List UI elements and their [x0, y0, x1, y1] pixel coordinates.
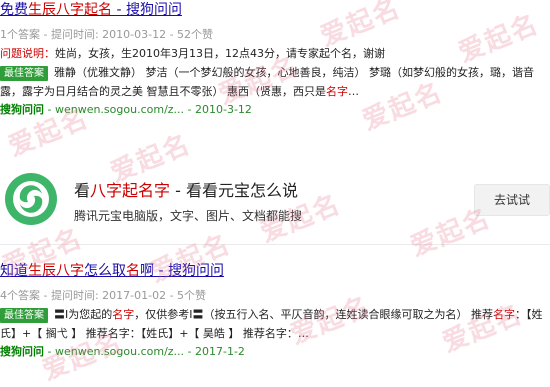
divider: [0, 244, 550, 245]
best-answer-badge: 最佳答案: [0, 308, 48, 323]
result-title-link[interactable]: 免费生辰八字起名 - 搜狗问问: [0, 0, 550, 20]
result-meta: 1个答案 - 提问时间: 2010-03-12 - 52个赞: [0, 28, 214, 41]
search-result: 知道生辰八字怎么取名啊 - 搜狗问问 4个答案 - 提问时间: 2017-01-…: [0, 261, 550, 361]
best-answer-badge: 最佳答案: [0, 66, 48, 81]
answer-snippet: 最佳答案 〓I为您起的名字，仅供参考I〓（按五行入名、平仄音韵，连姓读合眼缘可取之…: [0, 308, 543, 340]
answer-snippet: 最佳答案 雅静（优雅文静） 梦洁（一个梦幻般的女孩，心地善良，纯洁） 梦璐（如梦幻…: [0, 66, 534, 98]
result-url[interactable]: 搜狗问问 - wenwen.sogou.com/z... - 2017-1-2: [0, 343, 550, 361]
result-url[interactable]: 搜狗问问 - wenwen.sogou.com/z... - 2010-3-12: [0, 101, 550, 119]
yuanbao-logo-icon: [5, 173, 57, 225]
question-label: 问题说明：: [0, 47, 55, 60]
result-title-link[interactable]: 知道生辰八字怎么取名啊 - 搜狗问问: [0, 261, 550, 281]
yuanbao-card: 看八字起名字 - 看看元宝怎么说 腾讯元宝电脑版，文字、图片、文档都能搜 去试试: [0, 152, 550, 242]
search-result: 免费生辰八字起名 - 搜狗问问 1个答案 - 提问时间: 2010-03-12 …: [0, 0, 550, 119]
result-meta: 4个答案 - 提问时间: 2017-01-02 - 5个赞: [0, 289, 207, 302]
yuanbao-title[interactable]: 看八字起名字 - 看看元宝怎么说: [74, 177, 298, 201]
yuanbao-description: 腾讯元宝电脑版，文字、图片、文档都能搜: [74, 209, 303, 223]
try-button[interactable]: 去试试: [474, 184, 550, 216]
question-text: 姓尚，女孩，生2010年3月13日，12点43分，请专家起个名，谢谢: [55, 47, 385, 60]
